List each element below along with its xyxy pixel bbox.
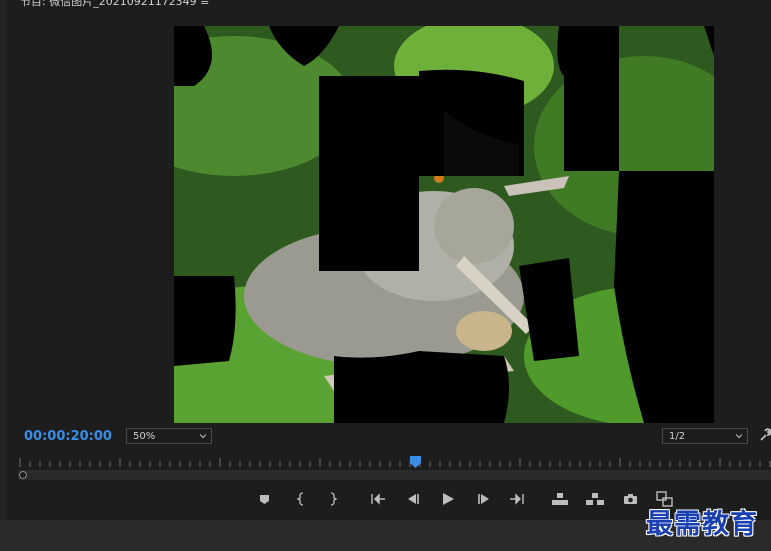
mark-out-icon xyxy=(330,492,338,506)
add-marker-button[interactable] xyxy=(254,489,274,509)
lift-icon xyxy=(552,493,568,505)
zoom-level-value: 50% xyxy=(133,431,156,442)
program-monitor-window: 节目: 微信图片_20210921172349 ≡ 00:00:20:00 50… xyxy=(0,0,771,551)
wrench-icon[interactable] xyxy=(759,428,771,442)
chevron-down-icon xyxy=(200,434,206,439)
step-back-button[interactable] xyxy=(403,489,423,509)
mark-out-button[interactable] xyxy=(323,489,343,509)
mark-in-icon xyxy=(296,492,304,506)
camera-icon xyxy=(623,494,637,504)
extract-button[interactable] xyxy=(585,489,605,509)
current-timecode[interactable]: 00:00:20:00 xyxy=(24,429,112,444)
go-to-in-icon xyxy=(371,493,385,505)
playhead-marker[interactable] xyxy=(410,456,421,468)
go-to-in-button[interactable] xyxy=(368,489,388,509)
play-button[interactable] xyxy=(438,489,458,509)
watermark-logo: 最需教育 xyxy=(646,509,758,540)
playback-resolution-select[interactable]: 1/2 xyxy=(662,428,748,444)
scrub-track[interactable] xyxy=(18,470,771,480)
resolution-value: 1/2 xyxy=(669,431,686,442)
time-ruler[interactable] xyxy=(18,456,771,470)
chevron-down-icon xyxy=(736,434,742,439)
panel-title[interactable]: 节目: 微信图片_20210921172349 ≡ xyxy=(20,0,209,9)
zoom-scroll-handle[interactable] xyxy=(19,471,27,479)
zoom-level-select[interactable]: 50% xyxy=(126,428,212,444)
play-icon xyxy=(442,493,454,505)
step-forward-icon xyxy=(478,494,489,504)
go-to-out-icon xyxy=(510,493,524,505)
extract-icon xyxy=(586,493,604,505)
step-forward-button[interactable] xyxy=(474,489,494,509)
lift-button[interactable] xyxy=(550,489,570,509)
marker-icon xyxy=(259,494,269,504)
step-back-icon xyxy=(408,494,419,504)
mark-in-button[interactable] xyxy=(291,489,311,509)
go-to-out-button[interactable] xyxy=(507,489,527,509)
export-frame-button[interactable] xyxy=(620,489,640,509)
video-preview[interactable] xyxy=(174,26,714,423)
